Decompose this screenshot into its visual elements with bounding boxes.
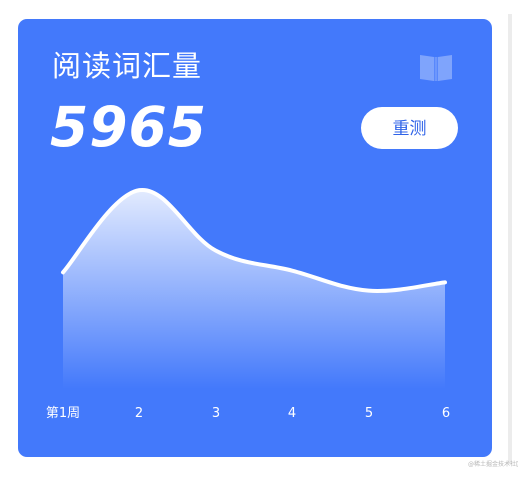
x-tick-label: 5 <box>364 406 374 421</box>
retest-button[interactable]: 重测 <box>361 107 458 149</box>
x-tick-label: 4 <box>287 406 297 421</box>
x-tick-label: 6 <box>441 406 451 421</box>
scrollbar-track[interactable] <box>508 14 512 464</box>
x-tick-label: 3 <box>211 406 221 421</box>
watermark: @稀土掘金技术社区 <box>468 461 518 468</box>
book-icon <box>420 55 452 81</box>
x-tick-label: 2 <box>134 406 144 421</box>
vocabulary-count: 5965 <box>50 95 208 159</box>
vocabulary-trend-chart <box>61 188 447 389</box>
card-title: 阅读词汇量 <box>52 49 203 83</box>
vocabulary-card: 阅读词汇量 5965 重测 第1周 2 3 4 5 6 <box>18 19 492 457</box>
x-tick-label: 第1周 <box>45 406 81 421</box>
